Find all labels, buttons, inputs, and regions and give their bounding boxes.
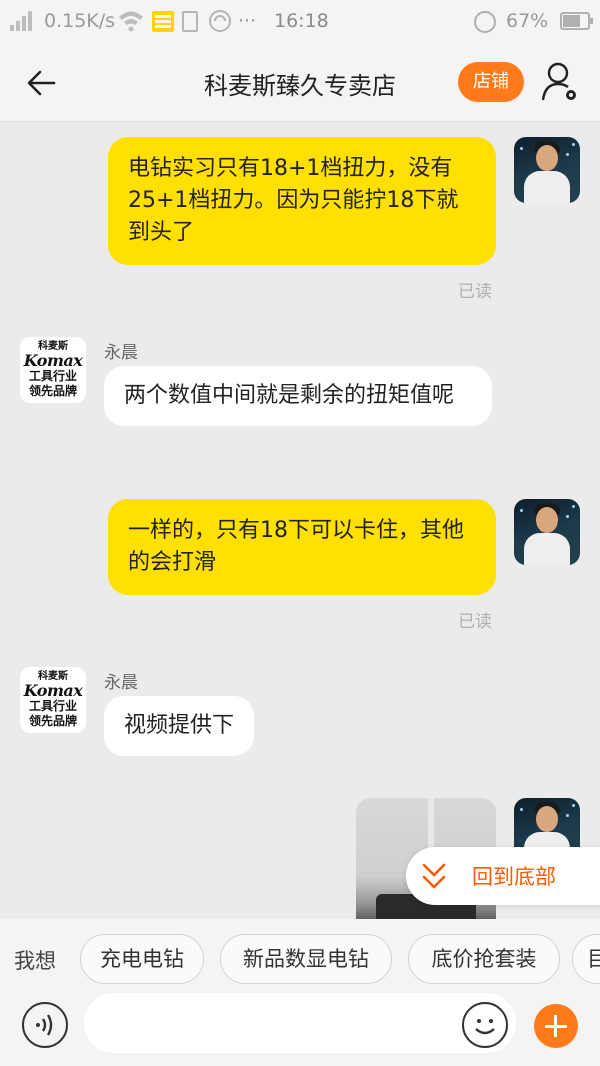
message-bubble-mine[interactable]: 电钻实习只有18+1档扭力，没有25+1档扭力。因为只能拧18下就到头了 <box>108 137 496 265</box>
read-status: 已读 <box>458 282 492 302</box>
battery-icon <box>560 12 593 30</box>
message-bubble-mine[interactable]: 一样的，只有18下可以卡住，其他的会打滑 <box>108 499 496 595</box>
message-bubble-shop[interactable]: 视频提供下 <box>104 696 255 756</box>
alarm-icon <box>474 11 496 33</box>
notification-menu-icon <box>152 11 174 32</box>
voice-icon <box>36 1014 53 1036</box>
document-icon <box>182 11 198 32</box>
sender-name: 永晨 <box>104 673 138 693</box>
user-settings-button[interactable] <box>540 60 582 104</box>
message-bubble-shop[interactable]: 两个数值中间就是剩余的扭矩值呢 <box>104 366 492 426</box>
message-input[interactable] <box>84 993 516 1053</box>
smiley-icon <box>475 1019 495 1035</box>
shop-avatar[interactable]: 科麦斯 Komax 工具行业 领先品牌 <box>20 667 86 733</box>
chat-header: 科麦斯臻久专卖店 店铺 <box>0 44 600 122</box>
more-notifications: ··· <box>238 10 257 32</box>
back-to-bottom-label: 回到底部 <box>472 865 556 889</box>
sync-icon <box>208 9 232 38</box>
quick-reply-chip[interactable]: 底价抢套装 <box>408 934 560 984</box>
back-to-bottom-button[interactable]: 回到底部 <box>406 847 600 905</box>
quick-replies-bar: 我想 充电电钻 新品数显电钻 底价抢套装 目 <box>0 919 600 999</box>
quick-reply-chip[interactable]: 新品数显电钻 <box>220 934 392 984</box>
shop-title: 科麦斯臻久专卖店 <box>204 72 396 100</box>
status-bar: 0.15K/s ··· 16:18 67% <box>0 0 600 44</box>
signal-icon <box>10 11 36 31</box>
back-button[interactable] <box>20 64 64 102</box>
input-bar <box>0 993 600 1066</box>
back-arrow-icon <box>27 70 56 96</box>
my-avatar[interactable] <box>514 499 580 565</box>
double-chevron-down-icon <box>422 863 446 889</box>
emoji-button[interactable] <box>462 1002 508 1048</box>
battery-percent: 67% <box>506 10 549 32</box>
quick-reply-chip[interactable]: 目 <box>572 934 600 984</box>
quick-replies-lead: 我想 <box>14 949 56 973</box>
read-status: 已读 <box>458 612 492 632</box>
voice-button[interactable] <box>22 1002 68 1048</box>
wifi-icon <box>118 8 144 37</box>
network-speed: 0.15K/s <box>44 10 116 32</box>
more-actions-button[interactable] <box>534 1004 578 1048</box>
shop-avatar[interactable]: 科麦斯 Komax 工具行业 领先品牌 <box>20 337 86 403</box>
user-settings-icon <box>541 62 576 101</box>
shop-button[interactable]: 店铺 <box>458 62 524 102</box>
chat-messages[interactable]: 电钻实习只有18+1档扭力，没有25+1档扭力。因为只能拧18下就到头了 已读 … <box>0 123 600 919</box>
my-avatar[interactable] <box>514 137 580 203</box>
clock: 16:18 <box>274 10 329 32</box>
sender-name: 永晨 <box>104 343 138 363</box>
quick-reply-chip[interactable]: 充电电钻 <box>80 934 204 984</box>
